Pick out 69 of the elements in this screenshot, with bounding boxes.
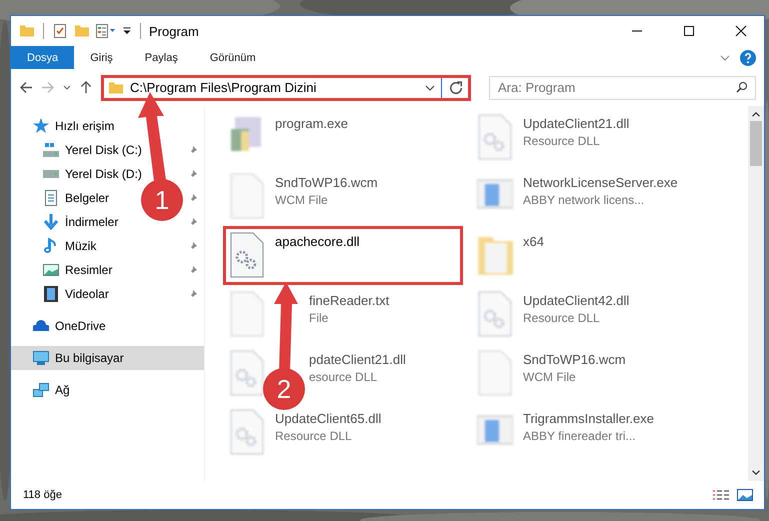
- file-type: WCM File: [275, 193, 328, 207]
- videos-icon: [43, 286, 59, 302]
- maximize-icon: [683, 25, 695, 37]
- details-view-icon[interactable]: [712, 489, 730, 501]
- ribbon-tab[interactable]: Paylaş: [128, 46, 194, 69]
- file-type: esource DLL: [309, 370, 378, 384]
- recent-caret-icon[interactable]: [63, 85, 71, 90]
- file-name[interactable]: SndToWP16.wcm: [523, 352, 626, 367]
- ribbon-tab[interactable]: Görünüm: [194, 46, 272, 69]
- sidebar-item[interactable]: İndirmeler: [65, 215, 118, 229]
- file-name[interactable]: x64: [523, 234, 544, 249]
- file-type: WCM File: [523, 370, 576, 384]
- search-field[interactable]: Ara: Program: [489, 76, 756, 100]
- sidebar-item[interactable]: Yerel Disk (C:): [65, 143, 142, 157]
- ribbon-tab[interactable]: Dosya: [11, 46, 74, 69]
- properties-icon[interactable]: [96, 24, 116, 38]
- file-name[interactable]: TrigrammsInstaller.exe: [523, 411, 654, 426]
- help-icon[interactable]: [740, 50, 756, 66]
- window-title: Program: [149, 24, 199, 38]
- drive-win-icon: [43, 142, 59, 158]
- close-icon: [735, 25, 747, 37]
- sidebar-item[interactable]: Ağ: [11, 378, 204, 402]
- docs-icon: [43, 190, 59, 206]
- folder-icon: [108, 80, 124, 94]
- refresh-icon[interactable]: [448, 80, 464, 94]
- customize-caret-icon[interactable]: [122, 27, 132, 35]
- file-name[interactable]: program.exe: [275, 116, 348, 131]
- sidebar-item[interactable]: Müzik: [65, 239, 96, 253]
- search-icon[interactable]: [736, 82, 748, 92]
- download-icon: [43, 214, 59, 230]
- sidebar-item[interactable]: OneDrive: [11, 314, 204, 338]
- expand-ribbon-icon[interactable]: [720, 54, 730, 62]
- file-name[interactable]: UpdateClient65.dll: [275, 411, 382, 426]
- up-icon[interactable]: [79, 81, 93, 94]
- music-icon: [43, 238, 59, 254]
- file-name[interactable]: pdateClient21.dll: [309, 352, 406, 367]
- sidebar-item[interactable]: Resimler: [65, 263, 112, 277]
- file-type: Resource DLL: [523, 134, 600, 148]
- file-type: Resource DLL: [275, 429, 352, 443]
- pc-icon: [33, 350, 49, 366]
- file-type: File: [309, 311, 328, 325]
- file-name[interactable]: UpdateClient42.dll: [523, 293, 630, 308]
- pictures-icon: [43, 262, 59, 278]
- file-name[interactable]: fineReader.txt: [309, 293, 390, 308]
- sidebar-item[interactable]: Videolar: [65, 287, 109, 301]
- sidebar-item[interactable]: Belgeler: [65, 191, 110, 205]
- file-type: ABBY finereader tri...: [523, 429, 636, 443]
- sidebar-item[interactable]: Yerel Disk (D:): [65, 167, 142, 181]
- large-icons-view-icon[interactable]: [736, 489, 754, 501]
- scrollbar-thumb[interactable]: [750, 121, 762, 166]
- dropdown-caret-icon[interactable]: [425, 84, 435, 92]
- back-icon[interactable]: [19, 81, 33, 94]
- checklist-icon[interactable]: [52, 24, 68, 38]
- file-name[interactable]: SndToWP16.wcm: [275, 175, 378, 190]
- scroll-up-icon[interactable]: [752, 112, 760, 117]
- file-type: Resource DLL: [523, 311, 600, 325]
- file-name[interactable]: apachecore.dll: [275, 234, 360, 249]
- cloud-icon: [33, 318, 49, 334]
- file-name[interactable]: UpdateClient21.dll: [523, 116, 630, 131]
- sidebar-item[interactable]: Bu bilgisayar: [11, 346, 204, 370]
- item-count: 118 öğe: [23, 489, 62, 501]
- network-icon: [33, 382, 49, 398]
- address-bar[interactable]: C:\Program Files\Program Dizini: [101, 74, 471, 100]
- file-type: ABBY network licens...: [523, 193, 644, 207]
- sidebar-item[interactable]: Hızlı erişim: [11, 114, 204, 138]
- ribbon-tab[interactable]: Giriş: [74, 46, 129, 69]
- scroll-down-icon[interactable]: [752, 470, 760, 475]
- star-icon: [33, 118, 49, 134]
- file-name[interactable]: NetworkLicenseServer.exe: [523, 175, 678, 190]
